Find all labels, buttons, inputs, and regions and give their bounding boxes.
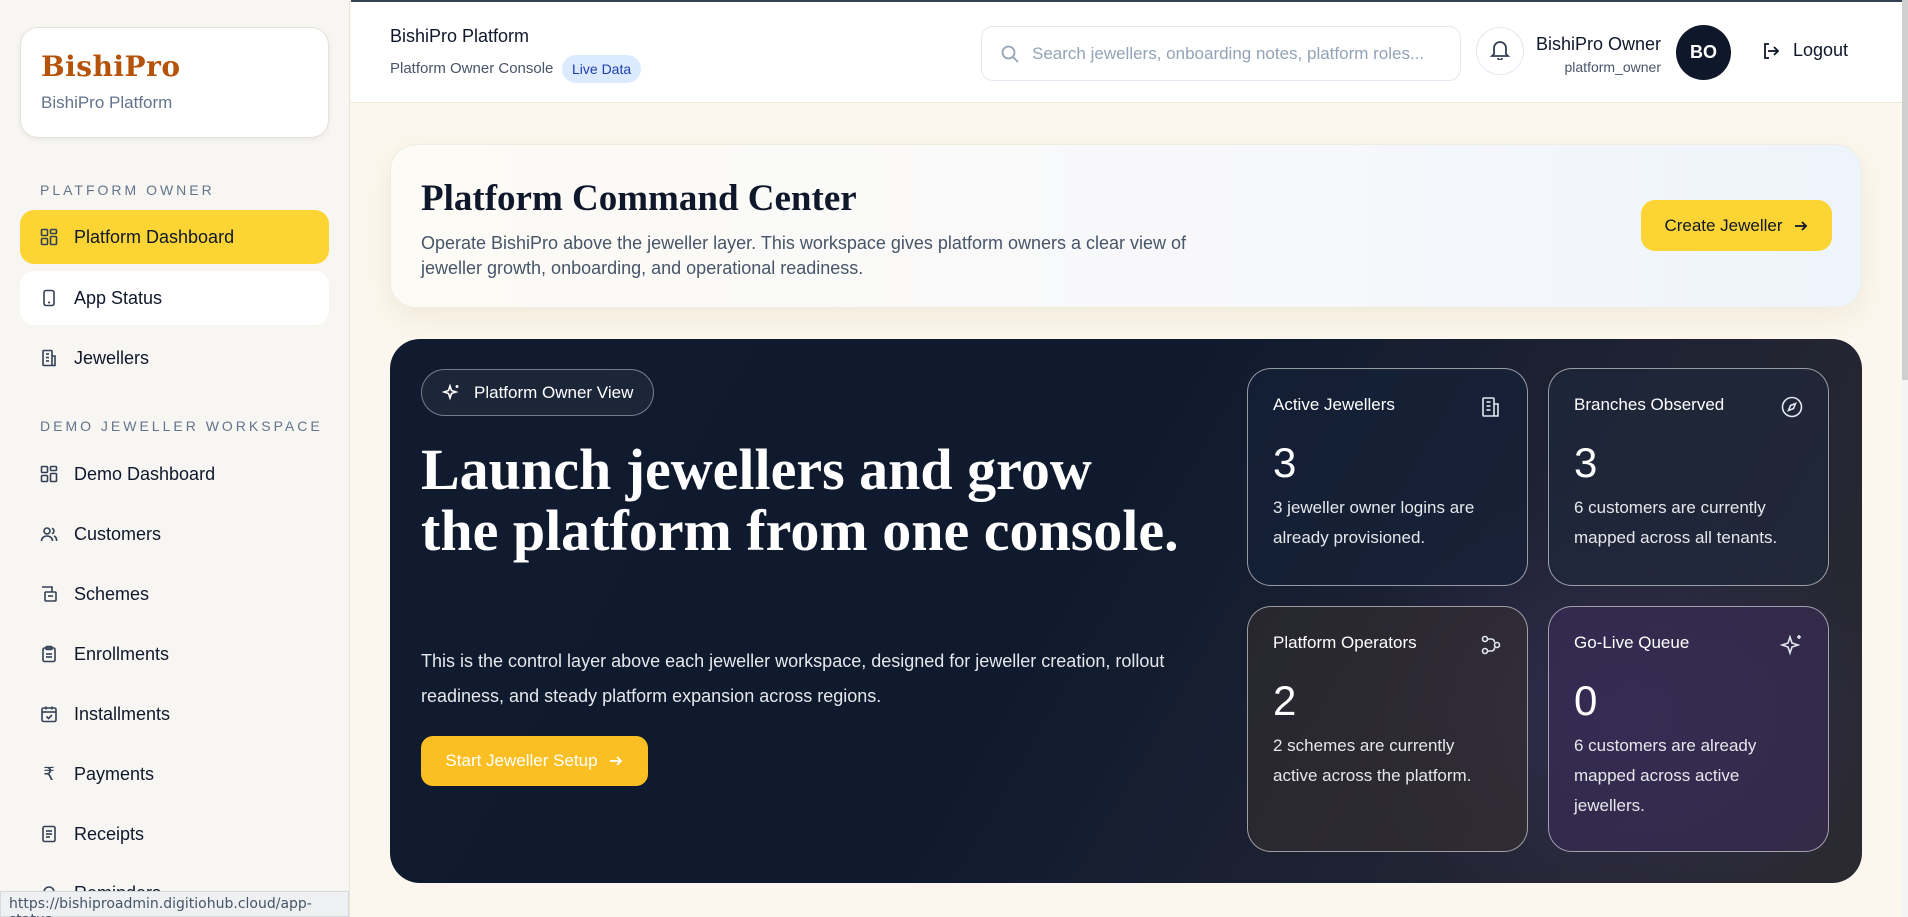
stat-value: 2	[1273, 677, 1297, 724]
hero-description: This is the control layer above each jew…	[421, 651, 1165, 706]
logout-label: Logout	[1793, 40, 1849, 60]
section-label-platform-owner: PLATFORM OWNER	[40, 182, 215, 198]
sidebar-item-enrollments[interactable]: Enrollments	[20, 627, 329, 681]
sidebar-item-label: Schemes	[74, 583, 150, 604]
sidebar-item-label: Enrollments	[74, 643, 170, 664]
sidebar-item-label: Jewellers	[74, 347, 150, 368]
user-name: BishiPro Owner	[1535, 34, 1661, 54]
sidebar-item-platform-dashboard[interactable]: Platform Dashboard	[20, 210, 329, 264]
live-data-badge: Live Data	[562, 55, 642, 83]
header-title: BishiPro Platform	[390, 26, 530, 46]
grid-icon	[40, 228, 58, 246]
stat-card-branches-observed: Branches Observed 3 6 customers are curr…	[1548, 368, 1829, 586]
sparkles-icon	[1779, 633, 1804, 657]
users-icon	[40, 525, 58, 543]
workflow-icon	[1479, 633, 1503, 657]
notifications-button[interactable]	[1476, 27, 1524, 75]
page-scrollbar[interactable]	[1902, 0, 1908, 917]
stat-label: Active Jewellers	[1273, 395, 1395, 414]
status-bar-url: https://bishiproadmin.digitiohub.cloud/a…	[0, 891, 349, 917]
command-center-card: Platform Command Center Operate BishiPro…	[390, 144, 1862, 308]
scrollbar-thumb[interactable]	[1902, 0, 1908, 380]
stat-card-active-jewellers: Active Jewellers 3 3 jeweller owner logi…	[1247, 368, 1528, 586]
sidebar-item-label: App Status	[74, 287, 163, 308]
topbar: BishiPro Platform Platform Owner Console…	[351, 0, 1908, 103]
stat-card-go-live-queue: Go-Live Queue 0 6 customers are already …	[1548, 606, 1829, 852]
rupee-icon: ₹	[43, 763, 55, 785]
sidebar-item-label: Platform Dashboard	[74, 226, 235, 247]
stat-note: 6 customers are already mapped across ac…	[1574, 736, 1757, 815]
sidebar-item-receipts[interactable]: Receipts	[20, 807, 329, 861]
sidebar-item-payments[interactable]: ₹ Payments	[20, 747, 329, 801]
search-input[interactable]	[1032, 43, 1460, 64]
calendar-check-icon	[40, 705, 58, 723]
logout-icon	[1764, 42, 1780, 59]
hero-panel: Platform Owner View Launch jewellers and…	[390, 339, 1862, 883]
create-jeweller-label: Create Jeweller	[1664, 215, 1783, 235]
chip-label: Platform Owner View	[474, 382, 634, 402]
compass-icon	[1780, 395, 1804, 419]
brand-subtitle: BishiPro Platform	[41, 93, 173, 112]
stat-note: 6 customers are currently mapped across …	[1574, 498, 1778, 547]
sidebar-item-schemes[interactable]: Schemes	[20, 567, 329, 621]
building-icon	[40, 349, 58, 367]
receipt-icon	[40, 825, 58, 843]
building-icon	[1479, 395, 1503, 419]
sidebar-item-app-status[interactable]: App Status	[20, 271, 329, 325]
header-subtitle: Platform Owner Console	[390, 60, 554, 77]
sidebar-item-label: Receipts	[74, 823, 145, 844]
section-label-demo-workspace: DEMO JEWELLER WORKSPACE	[40, 418, 323, 434]
stat-label: Go-Live Queue	[1574, 633, 1690, 652]
sidebar-item-label: Installments	[74, 703, 171, 724]
stat-card-platform-operators: Platform Operators 2 2 schemes are curre…	[1247, 606, 1528, 852]
arrow-right-icon	[1794, 220, 1807, 231]
sidebar: BishiPro BishiPro Platform PLATFORM OWNE…	[0, 0, 350, 917]
stat-note: 2 schemes are currently active across th…	[1273, 736, 1472, 785]
stat-value: 3	[1273, 439, 1297, 486]
start-jeweller-setup-button[interactable]: Start Jeweller Setup	[421, 736, 648, 786]
avatar[interactable]: BO	[1676, 25, 1731, 80]
grid-icon	[40, 465, 58, 483]
brand-name: BishiPro	[41, 50, 181, 83]
search-icon	[1000, 44, 1020, 64]
logout-button[interactable]: Logout	[1761, 40, 1848, 61]
page-title: Platform Command Center	[421, 178, 857, 219]
stat-note: 3 jeweller owner logins are already prov…	[1273, 498, 1475, 547]
phone-icon	[40, 289, 58, 307]
sparkles-icon	[442, 382, 459, 401]
create-jeweller-button[interactable]: Create Jeweller	[1641, 200, 1832, 251]
sidebar-item-installments[interactable]: Installments	[20, 687, 329, 741]
hero-title: Launch jewellers and grow the platform f…	[421, 437, 1179, 563]
stat-value: 0	[1574, 677, 1598, 724]
scheme-icon	[40, 585, 58, 603]
page-description: Operate BishiPro above the jeweller laye…	[421, 233, 1187, 278]
user-role: platform_owner	[1564, 59, 1662, 75]
sidebar-item-label: Demo Dashboard	[74, 463, 216, 484]
sidebar-item-demo-dashboard[interactable]: Demo Dashboard	[20, 447, 329, 501]
clipboard-icon	[40, 645, 58, 663]
platform-owner-view-chip: Platform Owner View	[421, 369, 655, 416]
sidebar-item-label: Customers	[74, 523, 162, 544]
brand-card[interactable]: BishiPro BishiPro Platform	[20, 27, 329, 138]
stat-label: Platform Operators	[1273, 633, 1417, 652]
arrow-right-icon	[609, 756, 622, 766]
sidebar-item-customers[interactable]: Customers	[20, 507, 329, 561]
sidebar-item-jewellers[interactable]: Jewellers	[20, 331, 329, 385]
search-box[interactable]	[981, 26, 1461, 81]
sidebar-item-label: Payments	[74, 763, 155, 784]
bell-icon	[1489, 38, 1511, 65]
stat-label: Branches Observed	[1574, 395, 1725, 414]
start-setup-label: Start Jeweller Setup	[445, 751, 598, 770]
stat-value: 3	[1574, 439, 1598, 486]
